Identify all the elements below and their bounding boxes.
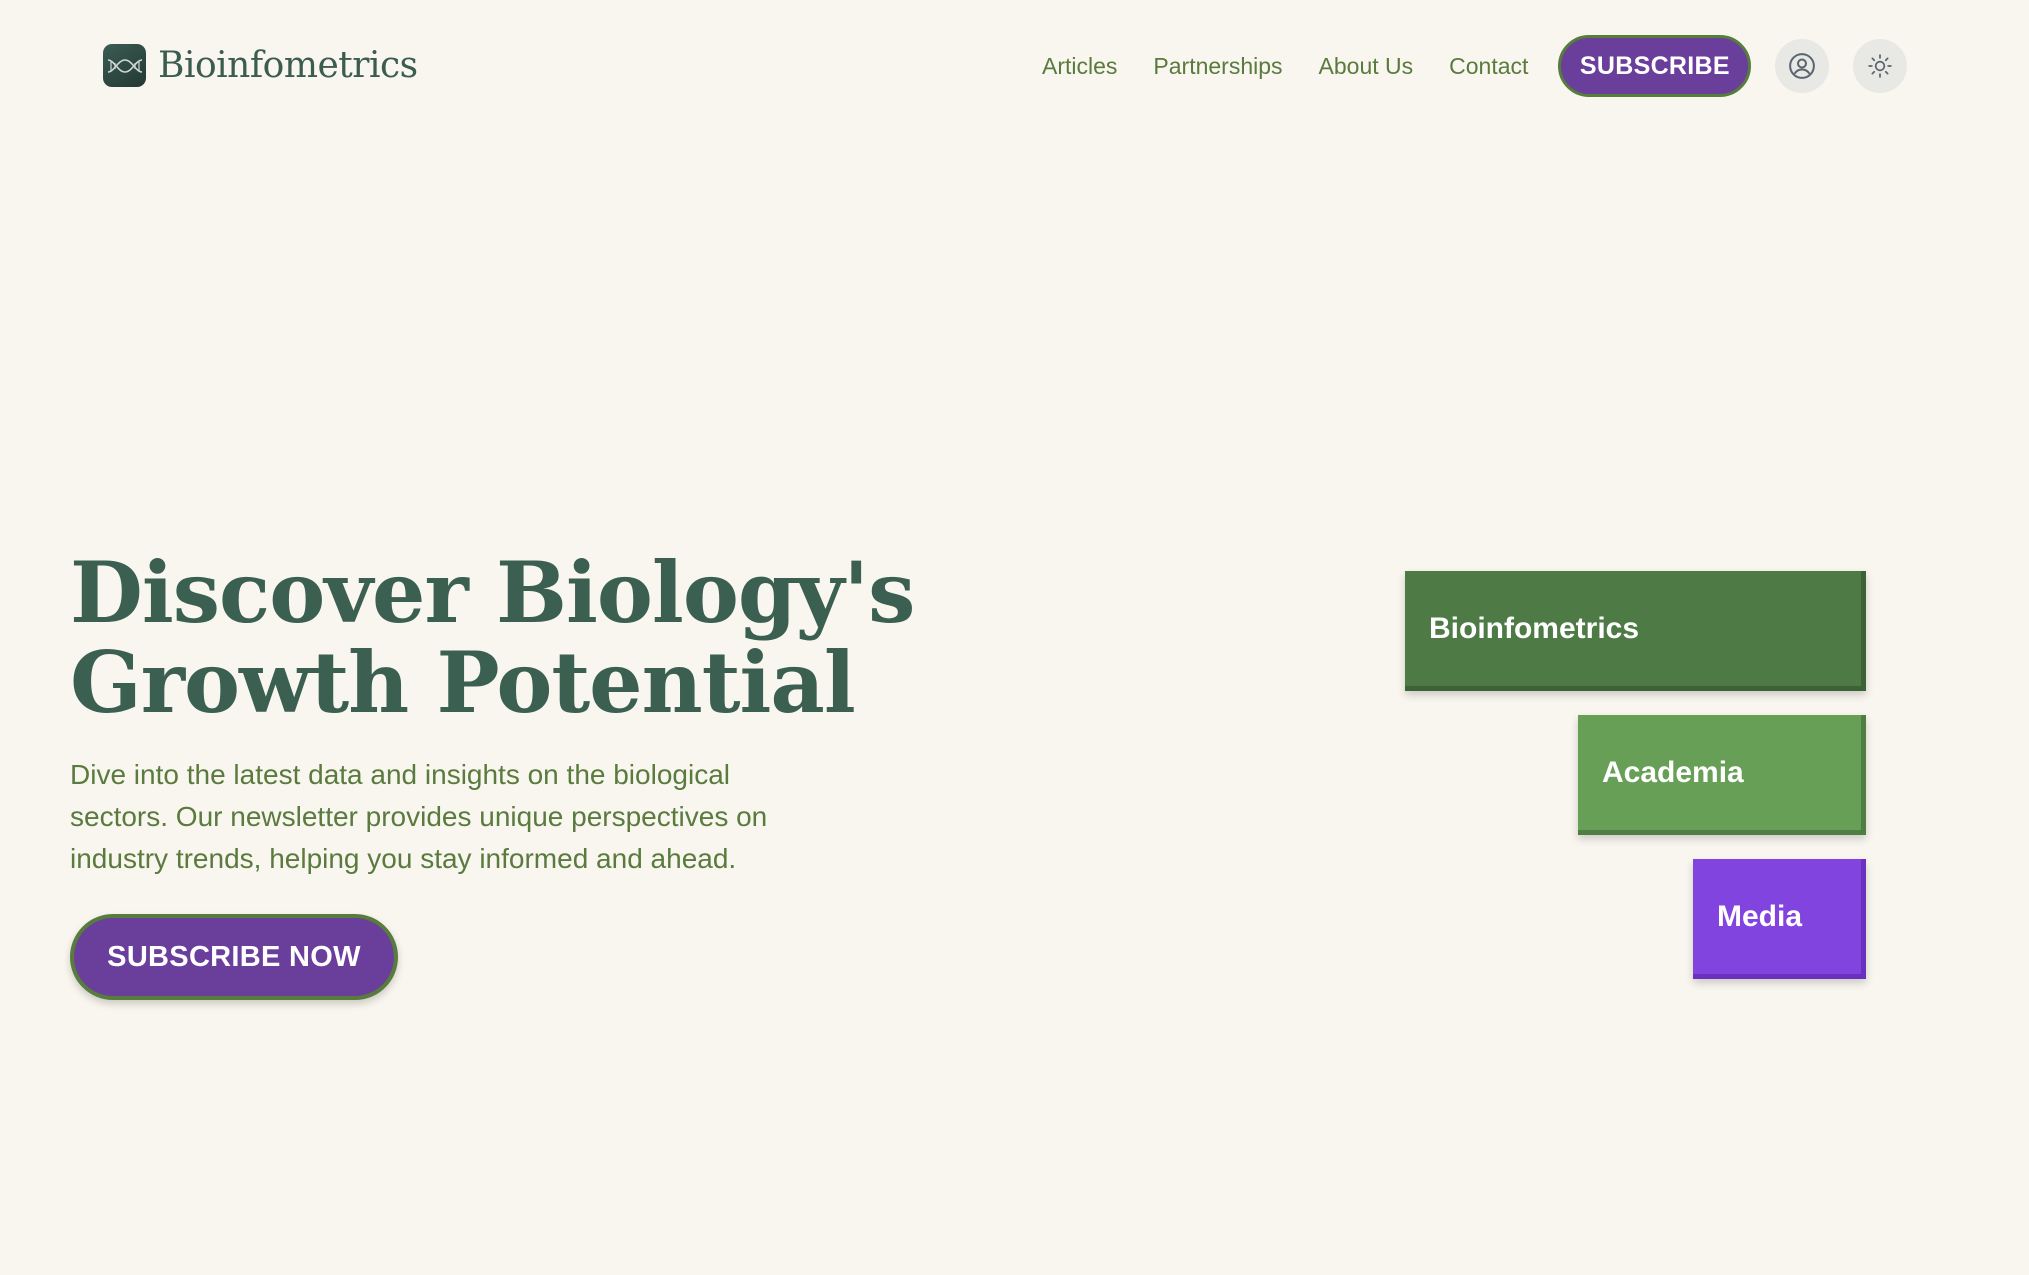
audience-card-bioinfometrics[interactable]: Bioinfometrics	[1405, 571, 1866, 691]
hero-title-line-1: Discover Biology's	[70, 543, 915, 642]
user-account-button[interactable]	[1775, 39, 1830, 93]
nav-articles[interactable]: Articles	[1042, 34, 1117, 98]
audience-card-academia[interactable]: Academia	[1578, 715, 1866, 835]
nav-partnerships[interactable]: Partnerships	[1153, 34, 1282, 98]
hero-title-line-2: Growth Potential	[70, 633, 856, 732]
subscribe-now-button[interactable]: SUBSCRIBE NOW	[70, 914, 398, 1000]
sun-icon	[1868, 54, 1893, 78]
site-header: Bioinfometrics Articles Partnerships Abo…	[0, 0, 2029, 134]
hero-title: Discover Biology's Growth Potential	[70, 548, 970, 728]
user-circle-icon	[1789, 53, 1816, 79]
page: Bioinfometrics Articles Partnerships Abo…	[0, 0, 2029, 1275]
brand-link[interactable]: Bioinfometrics	[103, 44, 418, 87]
audience-card-media[interactable]: Media	[1693, 859, 1866, 979]
subscribe-button[interactable]: SUBSCRIBE	[1558, 35, 1752, 97]
nav-about-us[interactable]: About Us	[1319, 34, 1414, 98]
theme-toggle-button[interactable]	[1853, 39, 1908, 93]
brand-name: Bioinfometrics	[158, 45, 418, 86]
nav-contact[interactable]: Contact	[1449, 34, 1528, 98]
dna-icon	[103, 44, 146, 87]
hero-description: Dive into the latest data and insights o…	[70, 759, 768, 874]
main-nav: Articles Partnerships About Us Contact S…	[1042, 34, 1908, 98]
